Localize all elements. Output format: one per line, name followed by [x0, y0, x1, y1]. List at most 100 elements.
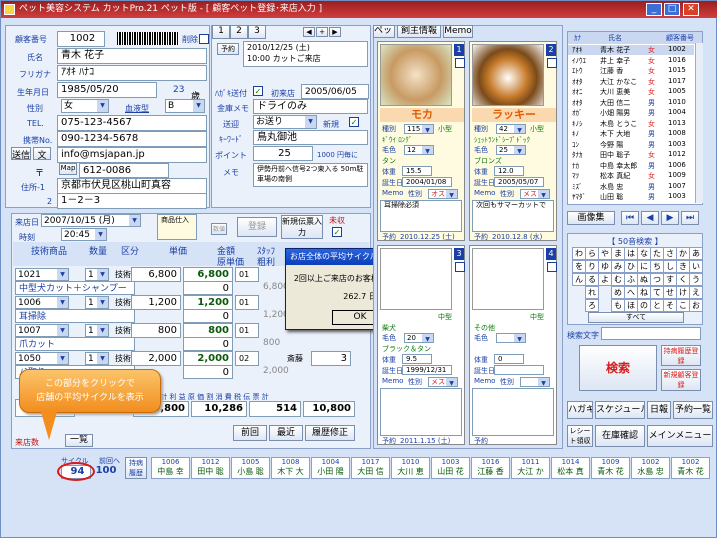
item-cost[interactable]: 0: [183, 365, 233, 379]
list-item[interactable]: ｵｵﾀ 大田 信二 男 1010: [568, 98, 694, 108]
item-price[interactable]: 2,000: [131, 351, 181, 366]
list-item[interactable]: ﾅｶ 中島 幸太郎 男 1006: [568, 161, 694, 171]
kana-key[interactable]: あ: [689, 247, 703, 260]
pet-memo[interactable]: 耳掃除必須: [380, 200, 462, 232]
kana-key[interactable]: き: [676, 260, 690, 273]
item-code-select[interactable]: 1006: [15, 296, 69, 309]
new-slip-button[interactable]: 新規伝票入力: [281, 215, 323, 239]
list-item[interactable]: ｵｵﾆ 大川 恵美 女 1005: [568, 87, 694, 97]
new-checkbox[interactable]: ✓: [349, 117, 359, 127]
addr2-field[interactable]: 1－2－3: [57, 193, 207, 209]
mobile-field[interactable]: 090-1234-5678: [57, 131, 207, 147]
item-qty-select[interactable]: 1: [85, 324, 109, 337]
pet-weight[interactable]: 9.5: [402, 354, 432, 364]
tel-field[interactable]: 075-123-4567: [57, 115, 207, 131]
kana-key[interactable]: む: [611, 273, 625, 286]
list-scrollbar[interactable]: [695, 43, 703, 203]
kana-field[interactable]: ｱｵｷ ﾊﾅｺ: [57, 65, 207, 81]
recent-customer[interactable]: 1010 大川 恵: [391, 457, 430, 479]
kana-key[interactable]: も: [611, 299, 625, 312]
list-item[interactable]: ｺﾝ 今野 陽 男 1003: [568, 140, 694, 150]
recent-customer[interactable]: 1012 田中 聡: [191, 457, 230, 479]
recent-customer[interactable]: 1017 大田 信: [351, 457, 390, 479]
kana-key[interactable]: お: [689, 299, 703, 312]
email-field[interactable]: info@msjapan.jp: [57, 147, 207, 163]
unpaid-checkbox[interactable]: ✓: [332, 227, 342, 237]
birth-field[interactable]: 1985/05/20: [57, 82, 157, 98]
pet-shu-select[interactable]: 115: [404, 124, 434, 134]
kana-key[interactable]: は: [624, 247, 638, 260]
list-item[interactable]: ｲﾉｳｴ 井上 幸子 女 1016: [568, 56, 694, 66]
pet-memo[interactable]: [472, 388, 554, 436]
kana-key[interactable]: み: [611, 260, 625, 273]
pet-sex-select[interactable]: [520, 377, 550, 387]
pet-checkbox[interactable]: [455, 262, 465, 272]
recent-customer[interactable]: 1008 木下 大: [271, 457, 310, 479]
kana-key[interactable]: め: [611, 286, 625, 299]
item-flag[interactable]: 01: [235, 295, 259, 310]
add-icon[interactable]: +: [316, 27, 328, 37]
list-item[interactable]: ｵｶﾞ 小畑 陽男 男 1004: [568, 108, 694, 118]
last-record-icon[interactable]: ⏭: [681, 211, 699, 225]
sick-register-button[interactable]: 持病履歴登録: [661, 345, 701, 366]
kana-key[interactable]: ん: [572, 273, 586, 286]
recent-customer[interactable]: 1011 大江 か: [511, 457, 550, 479]
kana-key[interactable]: し: [663, 260, 677, 273]
kana-key[interactable]: ゆ: [598, 260, 612, 273]
kana-key[interactable]: や: [598, 247, 612, 260]
kana-key[interactable]: を: [572, 260, 586, 273]
daily-report-button[interactable]: 日報: [647, 401, 671, 419]
kana-key[interactable]: ら: [585, 247, 599, 260]
recent-customer[interactable]: 1009 青木 花: [591, 457, 630, 479]
history-edit-button[interactable]: 履歴修正: [305, 425, 355, 441]
tab-1[interactable]: 1: [212, 25, 230, 39]
list-item[interactable]: ｵｵﾀ 大江 かなこ 女 1017: [568, 77, 694, 87]
item-flag[interactable]: 02: [235, 351, 259, 366]
keyword-field[interactable]: 鳥丸御池: [253, 130, 368, 145]
mail-text-button[interactable]: 文: [33, 147, 51, 160]
kana-key[interactable]: の: [637, 299, 651, 312]
send-mail-button[interactable]: 送信: [11, 147, 31, 160]
item-code-select[interactable]: 1007: [15, 324, 69, 337]
pet-checkbox[interactable]: [547, 262, 557, 272]
pet-card[interactable]: 2 ラッキー種別 42 小型ｼｪｯﾄﾗﾝﾄﾞｼｰﾌﾟﾄﾞｯｸ 毛色 25 ブロンズ体重 12.…: [469, 41, 557, 241]
image-collection-button[interactable]: 画像集: [567, 211, 615, 225]
pet-color-select[interactable]: [496, 333, 526, 343]
visit-date-select[interactable]: 2007/10/15 (月): [41, 214, 141, 227]
prev-icon[interactable]: ◀: [303, 27, 315, 37]
list-item[interactable]: ﾏﾂ 松本 真紀 女 1009: [568, 171, 694, 181]
item-qty-select[interactable]: 1: [85, 296, 109, 309]
pet-memo[interactable]: [380, 388, 462, 436]
item-qty-select[interactable]: 1: [85, 352, 109, 365]
item-price[interactable]: 1,200: [131, 295, 181, 310]
pet-card[interactable]: 3 中型柴犬毛色 20 ブラック＆タン体重 9.5 誕生日1999/12/31 Memo 性別…: [377, 245, 465, 445]
kana-key[interactable]: け: [676, 286, 690, 299]
main-menu-button[interactable]: メインメニュー: [647, 425, 713, 447]
kana-key[interactable]: つ: [650, 273, 664, 286]
receipt-button[interactable]: レシート領収書: [567, 425, 593, 447]
recent-customer[interactable]: 1003 山田 花: [431, 457, 470, 479]
kana-key[interactable]: た: [650, 247, 664, 260]
visit-time-select[interactable]: 20:45: [61, 228, 107, 241]
next-record-icon[interactable]: ▶: [661, 211, 679, 225]
recent-customer[interactable]: 1016 江藤 香: [471, 457, 510, 479]
sex-select[interactable]: 女: [61, 99, 109, 113]
kana-key[interactable]: こ: [676, 299, 690, 312]
recent-customer[interactable]: 1014 松本 真: [551, 457, 590, 479]
list-item[interactable]: ﾐｽﾞ 水島 忠 男 1007: [568, 182, 694, 192]
delete-checkbox[interactable]: [199, 34, 209, 44]
pet-sex-select[interactable]: オス: [428, 189, 458, 199]
first-visit-field[interactable]: 2005/06/05: [301, 84, 369, 99]
pet-color-select[interactable]: 12: [404, 145, 434, 155]
memo2-field[interactable]: 伊勢丹前へ信号2つ東入る 50m駐車場の南側: [253, 163, 368, 187]
pet-checkbox[interactable]: [547, 58, 557, 68]
kana-key[interactable]: ほ: [624, 299, 638, 312]
recent-customer[interactable]: 1004 小田 陽: [311, 457, 350, 479]
kana-key[interactable]: り: [585, 260, 599, 273]
kana-all-button[interactable]: すべて: [588, 312, 684, 323]
list-item[interactable]: ｷﾉｼ 木島 とうこ 女 1013: [568, 119, 694, 129]
tab-3[interactable]: 3: [248, 25, 266, 39]
pet-birth[interactable]: 1999/12/31: [402, 365, 452, 375]
kana-key[interactable]: て: [650, 286, 664, 299]
item-staff-no[interactable]: 3: [311, 351, 351, 366]
